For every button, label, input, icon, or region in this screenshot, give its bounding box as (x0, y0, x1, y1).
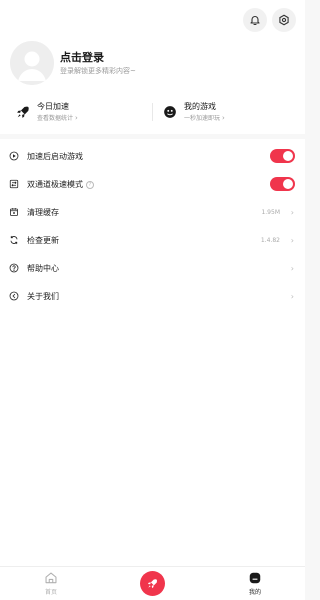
today-boost-subtitle: 查看数据统计 (37, 114, 74, 122)
menu-item-label: 清理缓存 (27, 207, 59, 217)
profile-tab-icon (249, 572, 261, 584)
dual-channel-toggle[interactable] (270, 177, 295, 191)
default-avatar-icon (10, 41, 54, 85)
tab-home-label: 首页 (44, 589, 57, 596)
menu-item-launch-after-boost[interactable]: 加速后启动游戏 (0, 142, 305, 170)
chevron-right-icon: › (290, 207, 294, 217)
menu-item-label: 加速后启动游戏 (27, 151, 83, 161)
version-value: 1.4.82 (260, 236, 280, 244)
bell-icon (250, 16, 260, 26)
login-subtitle: 登录解锁更多精彩内容~ (60, 67, 136, 75)
chevron-right-icon: › (290, 291, 294, 301)
home-icon (45, 572, 57, 584)
clear-cache-icon (9, 207, 19, 217)
avatar[interactable] (10, 41, 54, 85)
card-divider (152, 103, 153, 121)
login-title[interactable]: 点击登录 (60, 49, 104, 65)
info-icon (9, 291, 19, 301)
chevron-right-icon: › (222, 113, 225, 122)
notifications-button[interactable] (243, 8, 267, 32)
launch-after-boost-toggle[interactable] (270, 149, 295, 163)
chevron-right-icon: › (75, 113, 78, 122)
today-boost-title: 今日加速 (37, 101, 69, 111)
rocket-icon (147, 579, 157, 589)
settings-icon (279, 14, 289, 26)
game-controller-icon (163, 105, 177, 119)
menu-item-help-center[interactable]: 帮助中心 › (0, 254, 305, 282)
boost-center-button[interactable] (140, 571, 165, 596)
menu-item-check-update[interactable]: 检查更新 1.4.82 › (0, 226, 305, 254)
tab-mine[interactable]: 我的 (235, 571, 275, 596)
refresh-icon (9, 235, 19, 245)
chevron-right-icon: › (290, 263, 294, 273)
menu-item-about-us[interactable]: 关于我们 › (0, 282, 305, 310)
cache-size-value: 1.95M (261, 208, 280, 216)
chevron-right-icon: › (290, 235, 294, 245)
menu-item-label: 关于我们 (27, 291, 59, 301)
rocket-icon (16, 105, 30, 119)
my-games-title: 我的游戏 (184, 101, 216, 111)
profile-header: 点击登录 登录解锁更多精彩内容~ 今日加速 查看数据统计 › 我的游戏 一秒加速… (0, 0, 305, 134)
question-mark-icon[interactable]: ? (86, 180, 94, 189)
menu-item-label: 帮助中心 (27, 263, 59, 273)
settings-menu: 加速后启动游戏 双通道极速模式? 清理缓存 1.95M › 检查更新 1.4.8… (0, 139, 305, 566)
menu-item-label: 检查更新 (27, 235, 59, 245)
today-boost-card[interactable]: 今日加速 查看数据统计 › (16, 97, 78, 127)
help-icon (9, 263, 19, 273)
dual-channel-icon (9, 179, 19, 189)
settings-button[interactable] (272, 8, 296, 32)
tab-mine-label: 我的 (248, 589, 261, 596)
my-games-subtitle: 一秒加速即玩 (184, 114, 221, 122)
my-games-card[interactable]: 我的游戏 一秒加速即玩 › (163, 97, 225, 127)
toggle-knob (283, 179, 293, 189)
menu-item-clear-cache[interactable]: 清理缓存 1.95M › (0, 198, 305, 226)
tab-home[interactable]: 首页 (31, 571, 71, 596)
launch-icon (9, 151, 19, 161)
toggle-knob (283, 151, 293, 161)
menu-item-dual-channel[interactable]: 双通道极速模式? (0, 170, 305, 198)
menu-item-label: 双通道极速模式 (27, 179, 83, 189)
